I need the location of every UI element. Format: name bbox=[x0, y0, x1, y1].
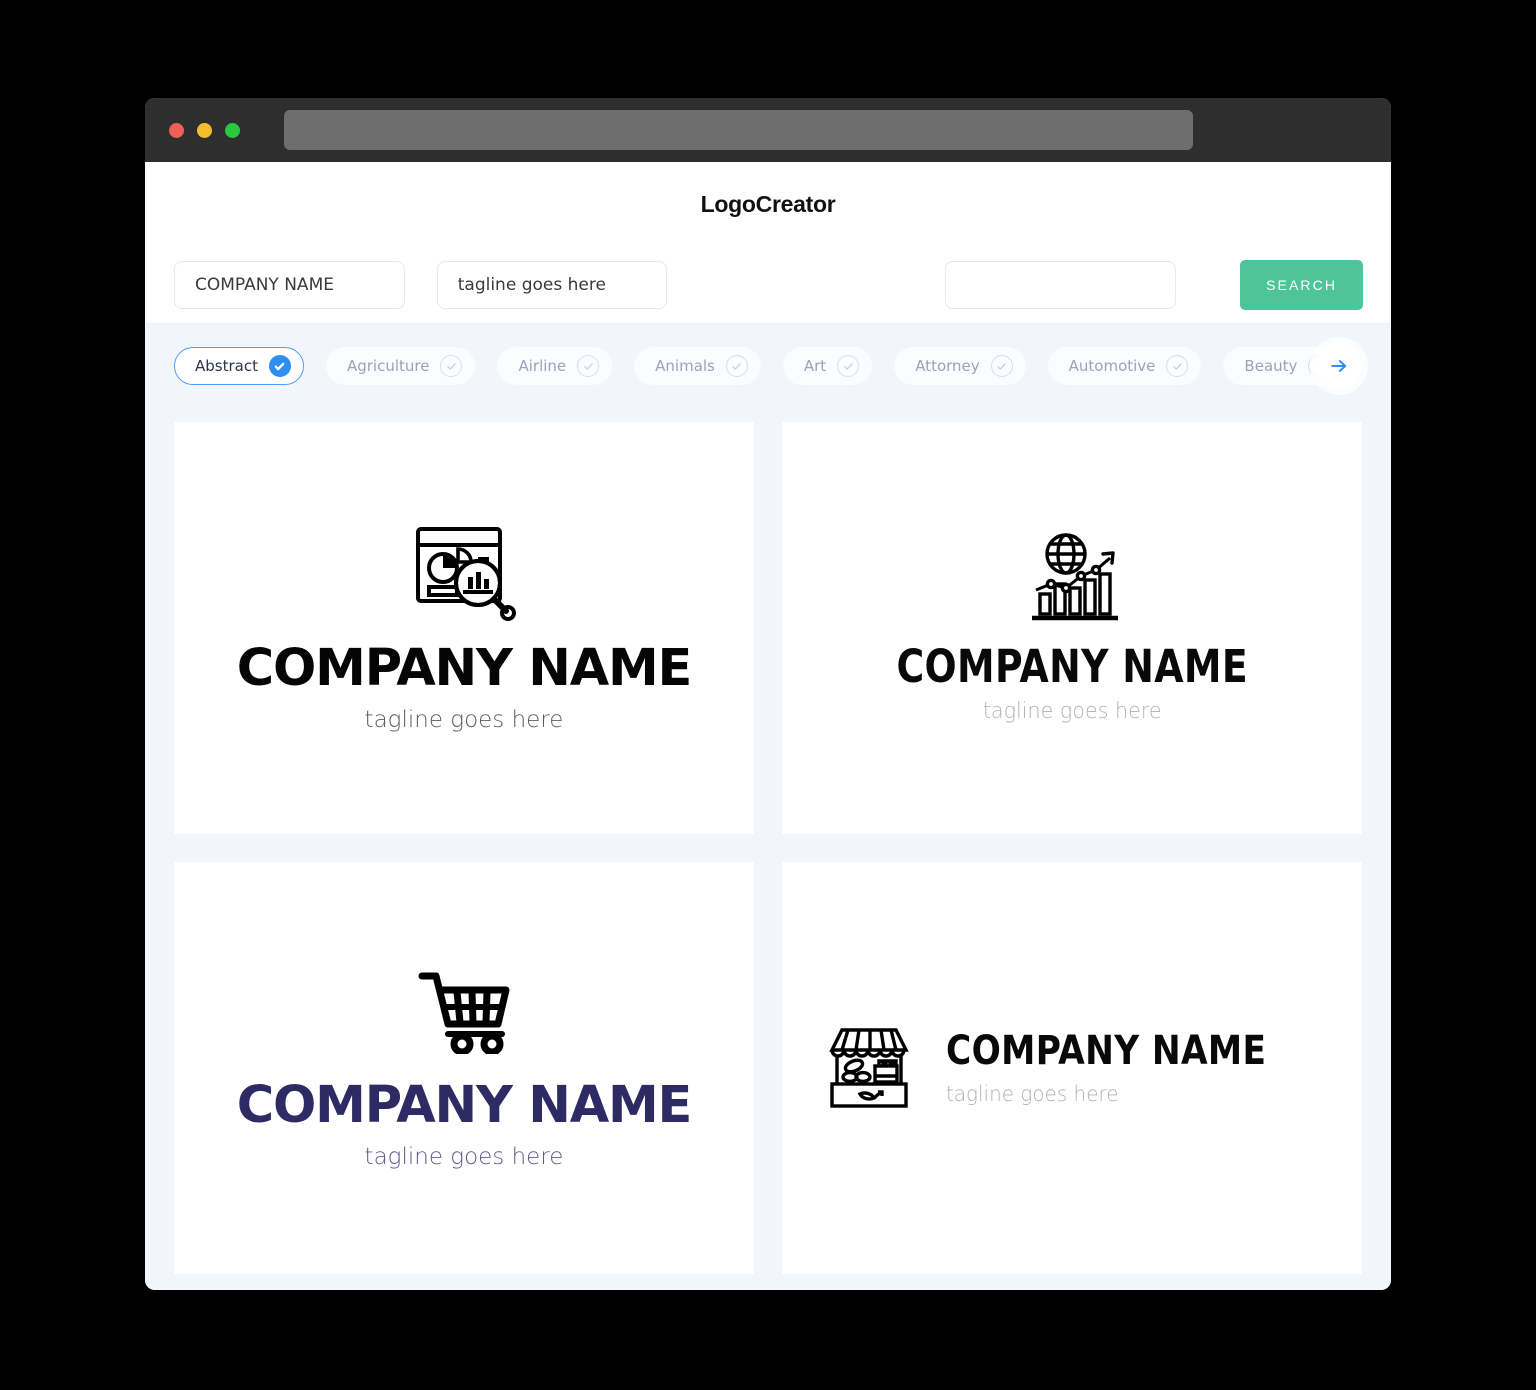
category-label: Airline bbox=[518, 357, 567, 375]
close-window-button[interactable] bbox=[169, 122, 184, 138]
browser-titlebar bbox=[145, 98, 1391, 162]
logo-company-name: COMPANY NAME bbox=[236, 639, 693, 698]
logo-card[interactable]: COMPANY NAME tagline goes here bbox=[174, 862, 754, 1274]
category-chip-agriculture[interactable]: Agriculture bbox=[325, 347, 476, 385]
category-filter-bar: Abstract Agriculture Airline Animals Art bbox=[145, 324, 1391, 408]
check-icon bbox=[577, 355, 600, 377]
category-chip-airline[interactable]: Airline bbox=[497, 347, 613, 385]
browser-window: LogoCreator COMPANY NAME tagline goes he… bbox=[145, 98, 1391, 1290]
logo-results-grid: COMPANY NAME tagline goes here COMPANY N… bbox=[145, 408, 1391, 1290]
check-icon bbox=[1166, 355, 1189, 377]
category-label: Art bbox=[803, 357, 827, 375]
keyword-input[interactable] bbox=[945, 260, 1177, 309]
logo-card[interactable]: COMPANY NAME tagline goes here bbox=[174, 422, 754, 834]
logo-tagline: tagline goes here bbox=[364, 707, 564, 733]
check-icon bbox=[837, 355, 860, 377]
logo-company-name: COMPANY NAME bbox=[945, 1027, 1267, 1074]
category-label: Abstract bbox=[195, 357, 258, 375]
maximize-window-button[interactable] bbox=[225, 122, 240, 138]
check-icon bbox=[440, 355, 463, 377]
logo-tagline: tagline goes here bbox=[364, 1144, 564, 1170]
logo-card[interactable]: COMPANY NAME tagline goes here bbox=[782, 422, 1362, 834]
logo-company-name: COMPANY NAME bbox=[896, 640, 1248, 693]
logo-preview: COMPANY NAME tagline goes here bbox=[236, 966, 693, 1170]
category-label: Animals bbox=[655, 357, 715, 375]
globe-growth-chart-icon bbox=[863, 532, 1281, 624]
category-label: Attorney bbox=[915, 357, 980, 375]
address-bar[interactable] bbox=[284, 110, 1193, 150]
analytics-dashboard-magnifier-icon bbox=[237, 523, 691, 621]
logo-tagline: tagline goes here bbox=[945, 1081, 1119, 1106]
category-label: Agriculture bbox=[346, 357, 430, 375]
check-icon bbox=[268, 355, 291, 377]
category-chip-automotive[interactable]: Automotive bbox=[1047, 347, 1202, 385]
app-title: LogoCreator bbox=[700, 190, 836, 217]
logo-company-name: COMPANY NAME bbox=[236, 1076, 693, 1135]
logo-tagline: tagline goes here bbox=[982, 699, 1162, 724]
shopping-cart-icon bbox=[237, 966, 691, 1054]
check-icon bbox=[725, 355, 748, 377]
category-chip-animals[interactable]: Animals bbox=[634, 347, 761, 385]
category-chip-abstract[interactable]: Abstract bbox=[174, 347, 304, 385]
market-stall-storefront-icon bbox=[826, 1022, 912, 1114]
traffic-lights bbox=[169, 122, 240, 138]
category-label: Automotive bbox=[1068, 357, 1156, 375]
logo-preview: COMPANY NAME tagline goes here bbox=[826, 1022, 1319, 1114]
app-header: LogoCreator bbox=[145, 162, 1391, 246]
minimize-window-button[interactable] bbox=[197, 122, 212, 138]
search-button[interactable]: SEARCH bbox=[1240, 259, 1363, 310]
category-chip-attorney[interactable]: Attorney bbox=[894, 347, 1026, 385]
logo-preview: COMPANY NAME tagline goes here bbox=[863, 532, 1281, 724]
arrow-right-icon bbox=[1331, 360, 1347, 372]
next-categories-button[interactable] bbox=[1316, 343, 1362, 389]
search-toolbar: COMPANY NAME tagline goes here SEARCH bbox=[145, 246, 1391, 324]
category-label: Beauty bbox=[1244, 357, 1298, 375]
category-chip-art[interactable]: Art bbox=[782, 347, 873, 385]
company-name-input[interactable]: COMPANY NAME bbox=[174, 260, 405, 309]
logo-card[interactable]: COMPANY NAME tagline goes here bbox=[782, 862, 1362, 1274]
logo-preview: COMPANY NAME tagline goes here bbox=[236, 523, 693, 733]
logo-text-block: COMPANY NAME tagline goes here bbox=[946, 1031, 1319, 1106]
check-icon bbox=[990, 355, 1013, 377]
tagline-input[interactable]: tagline goes here bbox=[436, 260, 668, 309]
